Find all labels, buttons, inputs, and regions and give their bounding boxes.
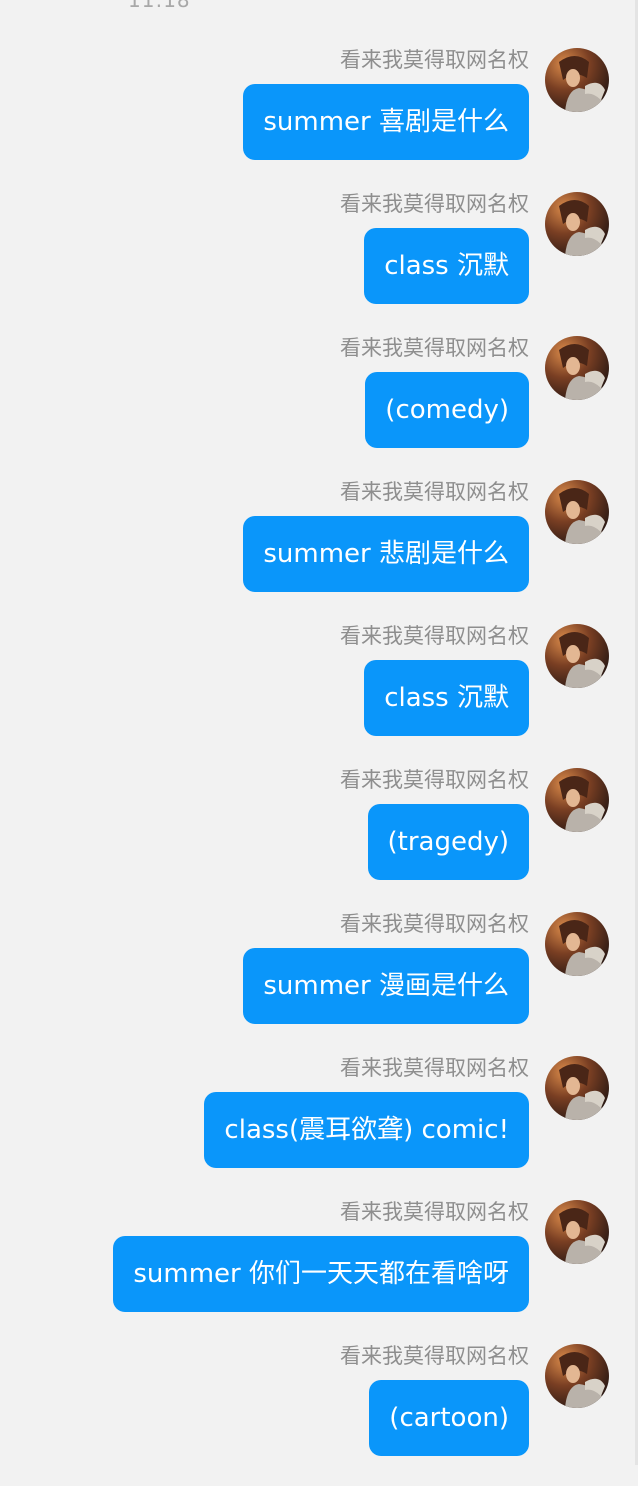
message-row: 看来我莫得取网名权 (cartoon) [0, 1342, 638, 1486]
avatar-portrait-icon [545, 1056, 609, 1120]
message-body: 看来我莫得取网名权 summer 你们一天天都在看啥呀 [113, 1198, 529, 1312]
message-bubble[interactable]: summer 漫画是什么 [243, 948, 529, 1024]
avatar-portrait-icon [545, 768, 609, 832]
message-bubble[interactable]: (comedy) [365, 372, 529, 448]
message-body: 看来我莫得取网名权 summer 喜剧是什么 [243, 46, 529, 160]
avatar-portrait-icon [545, 1200, 609, 1264]
message-row: 看来我莫得取网名权 summer 漫画是什么 [0, 910, 638, 1054]
message-body: 看来我莫得取网名权 class 沉默 [340, 190, 529, 304]
message-bubble[interactable]: summer 悲剧是什么 [243, 516, 529, 592]
message-body: 看来我莫得取网名权 (comedy) [340, 334, 529, 448]
avatar[interactable] [545, 1056, 609, 1120]
message-row: 看来我莫得取网名权 summer 你们一天天都在看啥呀 [0, 1198, 638, 1342]
timestamp: 11:18 [128, 0, 191, 12]
message-row: 看来我莫得取网名权 (tragedy) [0, 766, 638, 910]
avatar[interactable] [545, 480, 609, 544]
message-bubble[interactable]: class 沉默 [364, 228, 529, 304]
avatar-portrait-icon [545, 1344, 609, 1408]
avatar-portrait-icon [545, 192, 609, 256]
sender-name: 看来我莫得取网名权 [340, 336, 529, 360]
message-bubble[interactable]: summer 喜剧是什么 [243, 84, 529, 160]
message-body: 看来我莫得取网名权 (cartoon) [340, 1342, 529, 1456]
message-body: 看来我莫得取网名权 (tragedy) [340, 766, 529, 880]
message-body: 看来我莫得取网名权 summer 漫画是什么 [243, 910, 529, 1024]
avatar[interactable] [545, 48, 609, 112]
avatar-portrait-icon [545, 336, 609, 400]
message-body: 看来我莫得取网名权 summer 悲剧是什么 [243, 478, 529, 592]
avatar[interactable] [545, 768, 609, 832]
message-bubble[interactable]: (tragedy) [367, 804, 529, 880]
message-bubble[interactable]: class(震耳欲聋) comic! [204, 1092, 529, 1168]
message-row: 看来我莫得取网名权 summer 悲剧是什么 [0, 478, 638, 622]
sender-name: 看来我莫得取网名权 [340, 480, 529, 504]
avatar[interactable] [545, 1200, 609, 1264]
avatar[interactable] [545, 336, 609, 400]
avatar-portrait-icon [545, 912, 609, 976]
avatar[interactable] [545, 1344, 609, 1408]
message-body: 看来我莫得取网名权 class(震耳欲聋) comic! [204, 1054, 529, 1168]
message-bubble[interactable]: class 沉默 [364, 660, 529, 736]
sender-name: 看来我莫得取网名权 [340, 768, 529, 792]
sender-name: 看来我莫得取网名权 [340, 1200, 529, 1224]
avatar-portrait-icon [545, 48, 609, 112]
sender-name: 看来我莫得取网名权 [340, 1056, 529, 1080]
avatar-portrait-icon [545, 480, 609, 544]
message-row: 看来我莫得取网名权 class 沉默 [0, 190, 638, 334]
avatar[interactable] [545, 192, 609, 256]
sender-name: 看来我莫得取网名权 [340, 624, 529, 648]
message-bubble[interactable]: summer 你们一天天都在看啥呀 [113, 1236, 529, 1312]
message-row: 看来我莫得取网名权 class 沉默 [0, 622, 638, 766]
avatar[interactable] [545, 624, 609, 688]
chat-message-list: 看来我莫得取网名权 summer 喜剧是什么 看来我莫得取网名权 class 沉… [0, 46, 638, 1486]
avatar-portrait-icon [545, 624, 609, 688]
message-row: 看来我莫得取网名权 summer 喜剧是什么 [0, 46, 638, 190]
message-bubble[interactable]: (cartoon) [369, 1380, 529, 1456]
sender-name: 看来我莫得取网名权 [340, 48, 529, 72]
sender-name: 看来我莫得取网名权 [340, 1344, 529, 1368]
message-row: 看来我莫得取网名权 (comedy) [0, 334, 638, 478]
sender-name: 看来我莫得取网名权 [340, 192, 529, 216]
message-body: 看来我莫得取网名权 class 沉默 [340, 622, 529, 736]
sender-name: 看来我莫得取网名权 [340, 912, 529, 936]
avatar[interactable] [545, 912, 609, 976]
message-row: 看来我莫得取网名权 class(震耳欲聋) comic! [0, 1054, 638, 1198]
